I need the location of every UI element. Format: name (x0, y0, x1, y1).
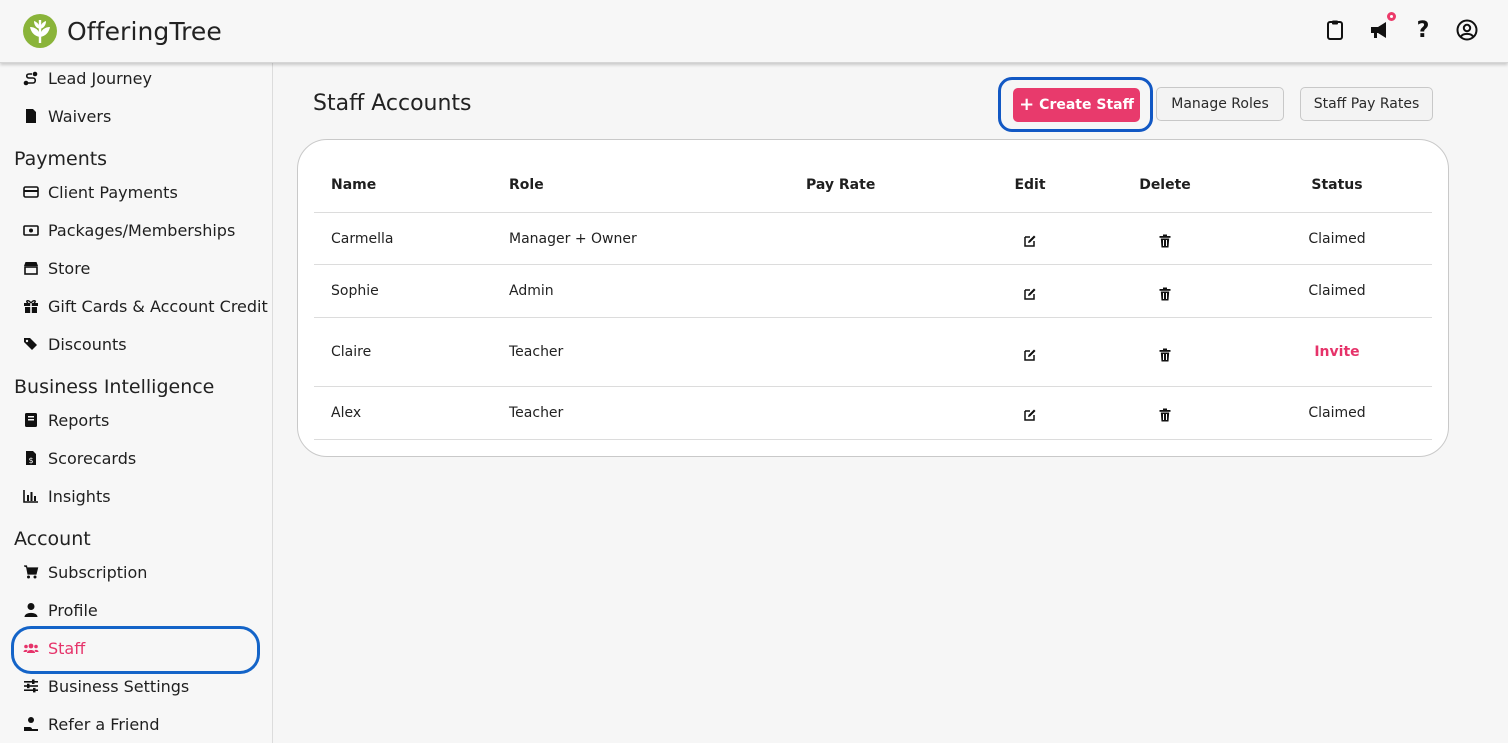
sidebar-item-label: Refer a Friend (48, 714, 160, 734)
sidebar-item-label: Insights (48, 486, 111, 506)
sidebar-item-label: Packages/Memberships (48, 220, 236, 240)
sidebar-item-label: Discounts (48, 334, 127, 354)
user-circle-icon[interactable] (1456, 18, 1478, 42)
section-account: Account (14, 528, 91, 550)
column-header-status: Status (1311, 177, 1363, 193)
column-header-name: Name (331, 177, 377, 193)
manage-roles-button[interactable]: Manage Roles (1156, 87, 1284, 121)
trash-icon[interactable] (1158, 347, 1172, 362)
sidebar-item-business-settings[interactable]: Business Settings (22, 673, 189, 699)
column-header-edit: Edit (1014, 177, 1046, 193)
trash-icon[interactable] (1158, 407, 1172, 422)
cell-role: Teacher (509, 405, 564, 421)
sliders-icon (22, 677, 40, 695)
credit-card-icon (22, 183, 40, 201)
store-icon (22, 259, 40, 277)
row-divider (314, 264, 1432, 265)
book-icon (22, 411, 40, 429)
header-divider (314, 212, 1432, 213)
sidebar-item-label: Business Settings (48, 676, 190, 696)
cell-role: Manager + Owner (509, 231, 637, 247)
sidebar-item-packages-memberships[interactable]: Packages/Memberships (22, 217, 235, 243)
sidebar-item-reports[interactable]: Reports (22, 407, 109, 433)
sidebar-item-scorecards[interactable]: $ Scorecards (22, 445, 136, 471)
column-header-role: Role (509, 177, 544, 193)
sidebar-item-label: Waivers (48, 106, 112, 126)
column-header-pay-rate: Pay Rate (806, 177, 876, 193)
bar-chart-icon (22, 487, 40, 505)
cell-status: Claimed (1308, 283, 1366, 299)
cell-role: Teacher (509, 344, 564, 360)
gift-icon (22, 297, 40, 315)
sidebar-item-label: Store (48, 258, 91, 278)
file-dollar-icon: $ (22, 449, 40, 467)
staff-pay-rates-button[interactable]: Staff Pay Rates (1300, 87, 1433, 121)
sidebar-item-insights[interactable]: Insights (22, 483, 111, 509)
staff-highlight-ring (11, 626, 260, 674)
app-name: OfferingTree (67, 16, 222, 46)
create-staff-button[interactable]: + Create Staff (1013, 88, 1140, 122)
hand-user-icon (22, 715, 40, 733)
app-logo[interactable]: OfferingTree (22, 13, 222, 49)
sidebar-item-label: Subscription (48, 562, 148, 582)
notification-badge (1385, 10, 1398, 23)
tree-logo-icon (23, 14, 57, 48)
cart-icon (22, 563, 40, 581)
megaphone-icon[interactable] (1368, 10, 1398, 42)
sidebar-item-label: Profile (48, 600, 98, 620)
create-staff-label: Create Staff (1039, 97, 1134, 113)
sidebar-item-lead-journey[interactable]: Lead Journey (22, 65, 152, 91)
cell-name: Claire (331, 344, 372, 360)
top-bar: OfferingTree ? (0, 0, 1508, 63)
cell-name: Sophie (331, 283, 379, 299)
sidebar-item-label: Lead Journey (48, 68, 152, 88)
trash-icon[interactable] (1158, 286, 1172, 301)
sidebar-item-gift-cards[interactable]: Gift Cards & Account Credit (22, 293, 268, 319)
file-icon (22, 107, 40, 125)
user-icon (22, 601, 40, 619)
page-title: Staff Accounts (313, 91, 472, 116)
row-divider (314, 439, 1432, 440)
clipboard-icon[interactable] (1324, 18, 1346, 42)
sidebar-item-refer-a-friend[interactable]: Refer a Friend (22, 711, 159, 737)
edit-icon[interactable] (1023, 233, 1037, 247)
sidebar-item-profile[interactable]: Profile (22, 597, 98, 623)
sidebar-item-label: Gift Cards & Account Credit (48, 296, 268, 316)
cell-status: Claimed (1308, 231, 1366, 247)
cell-name: Carmella (331, 231, 394, 247)
edit-icon[interactable] (1023, 407, 1037, 421)
column-header-delete: Delete (1139, 177, 1191, 193)
sidebar-item-waivers[interactable]: Waivers (22, 103, 111, 129)
row-divider (314, 317, 1432, 318)
cell-name: Alex (331, 405, 362, 421)
question-icon[interactable]: ? (1412, 18, 1434, 43)
cell-role: Admin (509, 283, 554, 299)
money-bill-icon (22, 221, 40, 239)
sidebar-item-discounts[interactable]: Discounts (22, 331, 127, 357)
edit-icon[interactable] (1023, 286, 1037, 300)
sidebar-item-store[interactable]: Store (22, 255, 90, 281)
plus-icon: + (1019, 94, 1035, 115)
route-icon (22, 69, 40, 87)
sidebar: Lead Journey Waivers Payments Client Pay… (0, 63, 273, 743)
invite-link[interactable]: Invite (1314, 344, 1359, 360)
section-business-intelligence: Business Intelligence (14, 376, 215, 398)
cell-status: Claimed (1308, 405, 1366, 421)
row-divider (314, 386, 1432, 387)
staff-table-card: Name Role Pay Rate Edit Delete Status Ca… (297, 139, 1449, 457)
svg-text:$: $ (28, 456, 33, 465)
section-payments: Payments (14, 148, 108, 170)
sidebar-item-subscription[interactable]: Subscription (22, 559, 147, 585)
sidebar-item-label: Scorecards (48, 448, 137, 468)
sidebar-item-label: Client Payments (48, 182, 178, 202)
tags-icon (22, 335, 40, 353)
trash-icon[interactable] (1158, 233, 1172, 248)
sidebar-item-label: Reports (48, 410, 110, 430)
sidebar-item-client-payments[interactable]: Client Payments (22, 179, 178, 205)
edit-icon[interactable] (1023, 347, 1037, 361)
